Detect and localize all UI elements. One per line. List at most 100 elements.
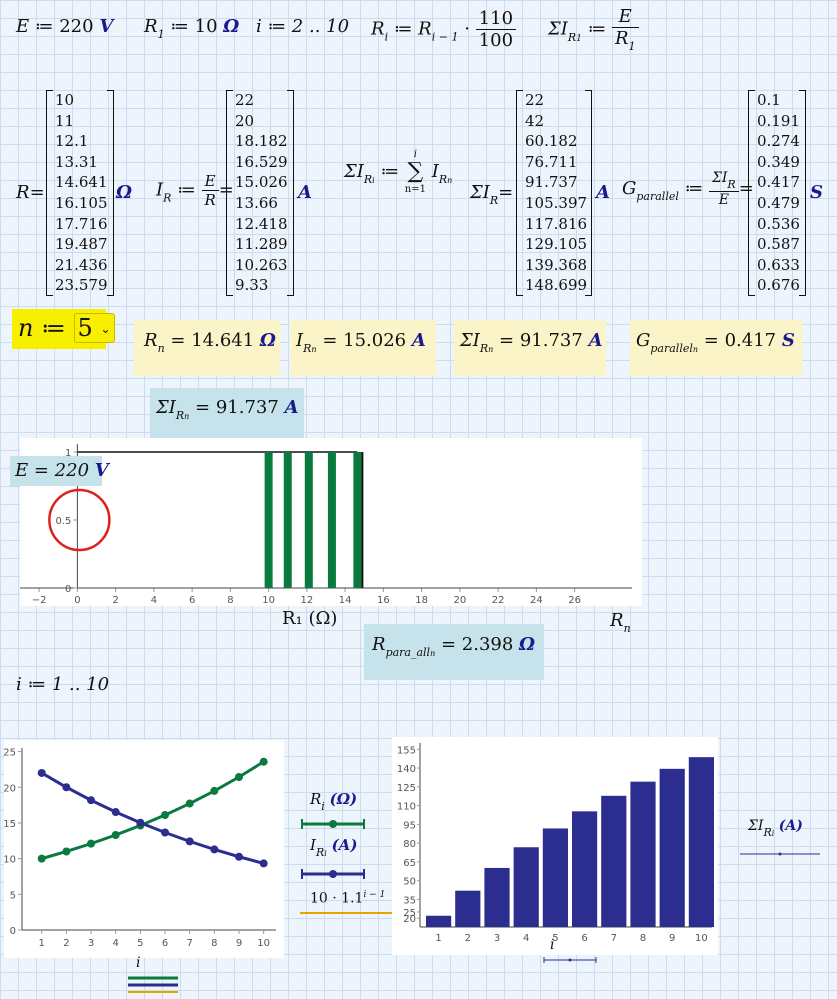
def-SIR1-label: ΣI [548, 18, 568, 40]
cumulative-bar [484, 867, 510, 927]
n-selector-op: ≔ [41, 314, 66, 342]
cumulative-bar [426, 915, 452, 927]
sum-term: I [431, 161, 439, 182]
series-point [259, 859, 268, 868]
matrix-G[interactable]: 0.1 0.191 0.274 0.349 0.417 0.479 0.536 0.587 0.… [748, 90, 806, 296]
def-i-range-2[interactable]: i ≔ 1 .. 10 [16, 674, 109, 695]
matrix-IR-cell: 18.182 [235, 132, 288, 151]
matrix-SIR[interactable]: 22 42 60.182 76.711 91.737 105.397 117.816 129.… [516, 90, 592, 296]
line-plot[interactable]: 1 2 3 4 5 6 7 8 9 10 0 5 10 15 20 25 [4, 740, 284, 958]
result-SIRn-2[interactable]: ΣIRn = 91.737 A [150, 388, 304, 442]
legend-formula: 10 · 1.1i − 1 [310, 890, 385, 907]
matrix-IR-cell: 22 [235, 91, 255, 109]
series-line [41, 761, 265, 860]
result-Gn[interactable]: Gparalleln = 0.417 S [630, 320, 802, 376]
matrix-IR-cell: 10.263 [235, 255, 288, 274]
legend-SIRi-swatch [740, 852, 820, 856]
matrix-R[interactable]: 10 11 12.1 13.31 14.641 16.105 17.716 19.487 21.… [46, 90, 114, 296]
matrix-SIR-cell: 42 [525, 111, 545, 130]
matrix-IR-sub: R [163, 191, 172, 205]
x-tick-label: 4 [113, 938, 119, 949]
x-tick-label: −2 [32, 595, 47, 606]
result-Rpara-sub: para_all [385, 646, 431, 659]
series-point [37, 854, 46, 863]
x-tick-label: 6 [581, 933, 587, 944]
matrix-SIR-cell: 22 [525, 91, 545, 109]
legend-SIRi-subsub: i [771, 829, 775, 838]
matrix-G-cell: 0.1 [757, 91, 781, 109]
result-Gn-sub: parallel [650, 342, 693, 355]
y-tick-label: 80 [403, 839, 416, 850]
def-E-unit: V [99, 16, 114, 37]
y-tick-label: 125 [397, 783, 416, 794]
x-tick-label: 1 [39, 938, 45, 949]
def-SIR1[interactable]: ΣIR1 ≔ E R1 [548, 6, 639, 53]
result-SIRn2-label: ΣI [156, 397, 176, 418]
y-tick-label: 50 [403, 877, 416, 888]
matrix-SIR-cell: 117.816 [525, 214, 588, 233]
series-line [41, 760, 265, 861]
legend-IRi-unit: (A) [331, 836, 358, 854]
x-tick-label: 8 [227, 595, 233, 606]
matrix-IR-cell: 20 [235, 111, 255, 130]
def-Ri[interactable]: Ri ≔ Ri − 1 · 110 100 [371, 8, 517, 51]
matrix-IR-cell: 13.66 [235, 193, 278, 212]
sum-def-sub: R [363, 173, 373, 186]
result-Rpara[interactable]: Rpara_alln = 2.398 Ω [364, 624, 544, 680]
y-tick-label: 110 [397, 802, 416, 813]
matrix-G-op: ≔ [684, 178, 704, 199]
result-Rn[interactable]: Rn = 14.641 Ω [134, 320, 280, 376]
def-R1[interactable]: R1 ≔ 10 Ω [144, 16, 239, 41]
legend-formula-text: 10 · 1.1 [310, 890, 364, 907]
def-Ri-num: 110 [475, 8, 517, 30]
result-SIRn-subsub: n [488, 345, 494, 354]
n-selector[interactable]: n ≔ 5 ⌄ [18, 313, 115, 343]
x-tick-label: 7 [187, 938, 193, 949]
matrix-IR[interactable]: 22 20 18.182 16.529 15.026 13.66 12.418 11.289 1… [226, 90, 294, 296]
legend-Ri-label: R [310, 790, 322, 808]
matrix-R-cell: 12.1 [55, 132, 89, 151]
result-SIRn[interactable]: ΣIRn = 91.737 A [454, 320, 606, 376]
legend-formula-exp: i − 1 [363, 890, 386, 900]
resistor-bar [327, 452, 336, 588]
resistor-bar-plot[interactable]: −2 0 2 4 6 8 10 12 14 16 18 20 22 24 2600.51 [20, 438, 642, 606]
legend-IRi: IRi (A) [310, 836, 357, 859]
matrix-R-cell: 16.105 [55, 193, 108, 212]
def-E[interactable]: E ≔ 220 V [16, 16, 113, 37]
result-SIRn-value: = 91.737 [499, 330, 583, 351]
result-SIRn2-subsub: n [184, 412, 190, 421]
matrix-IR-unit: A [298, 182, 312, 203]
result-IRn-unit: A [411, 330, 426, 351]
plot3-xlabel: i [550, 937, 555, 953]
result-IRn[interactable]: IRn = 15.026 A [290, 320, 436, 376]
y-tick-label: 0.5 [55, 516, 71, 527]
n-dropdown[interactable]: 5 ⌄ [73, 313, 115, 343]
matrix-IR-num: E [201, 172, 219, 191]
x-tick-label: 24 [530, 595, 543, 606]
result-Gn-subsub: n [692, 345, 699, 354]
series-point [210, 845, 219, 854]
def-i-range[interactable]: i ≔ 2 .. 10 [256, 16, 349, 37]
result-SIRn2-sub: R [175, 409, 185, 422]
sum-sigma: i ∑ n=1 [405, 148, 426, 196]
series-point [259, 757, 268, 766]
def-Ri-prev: R [418, 18, 432, 40]
x-tick-label: 2 [112, 595, 118, 606]
result-SIRn2-unit: A [284, 397, 299, 418]
legend-Ri-unit: (Ω) [329, 790, 358, 808]
y-tick-label: 25 [4, 748, 16, 759]
sum-def[interactable]: ΣIRi ≔ i ∑ n=1 IRn [344, 148, 452, 196]
cumulative-current-bar-chart[interactable]: 202535506580951101251401551 2 3 4 5 6 7 8 9 10 [392, 737, 718, 955]
result-Rpara-unit: Ω [519, 634, 536, 655]
plot1-E-unit: V [94, 460, 109, 481]
series-point [235, 773, 244, 782]
def-SIR1-fraction: E R1 [611, 6, 639, 53]
def-SIR1-sub: R [567, 30, 577, 44]
result-Rn-value: = 14.641 [170, 330, 255, 351]
x-tick-label: 16 [377, 595, 390, 606]
x-tick-label: 9 [236, 938, 242, 949]
matrix-G-cell: 0.417 [757, 173, 800, 192]
def-R1-op: ≔ [170, 16, 189, 37]
matrix-IR-cell: 16.529 [235, 152, 288, 171]
chevron-down-icon: ⌄ [100, 322, 111, 336]
